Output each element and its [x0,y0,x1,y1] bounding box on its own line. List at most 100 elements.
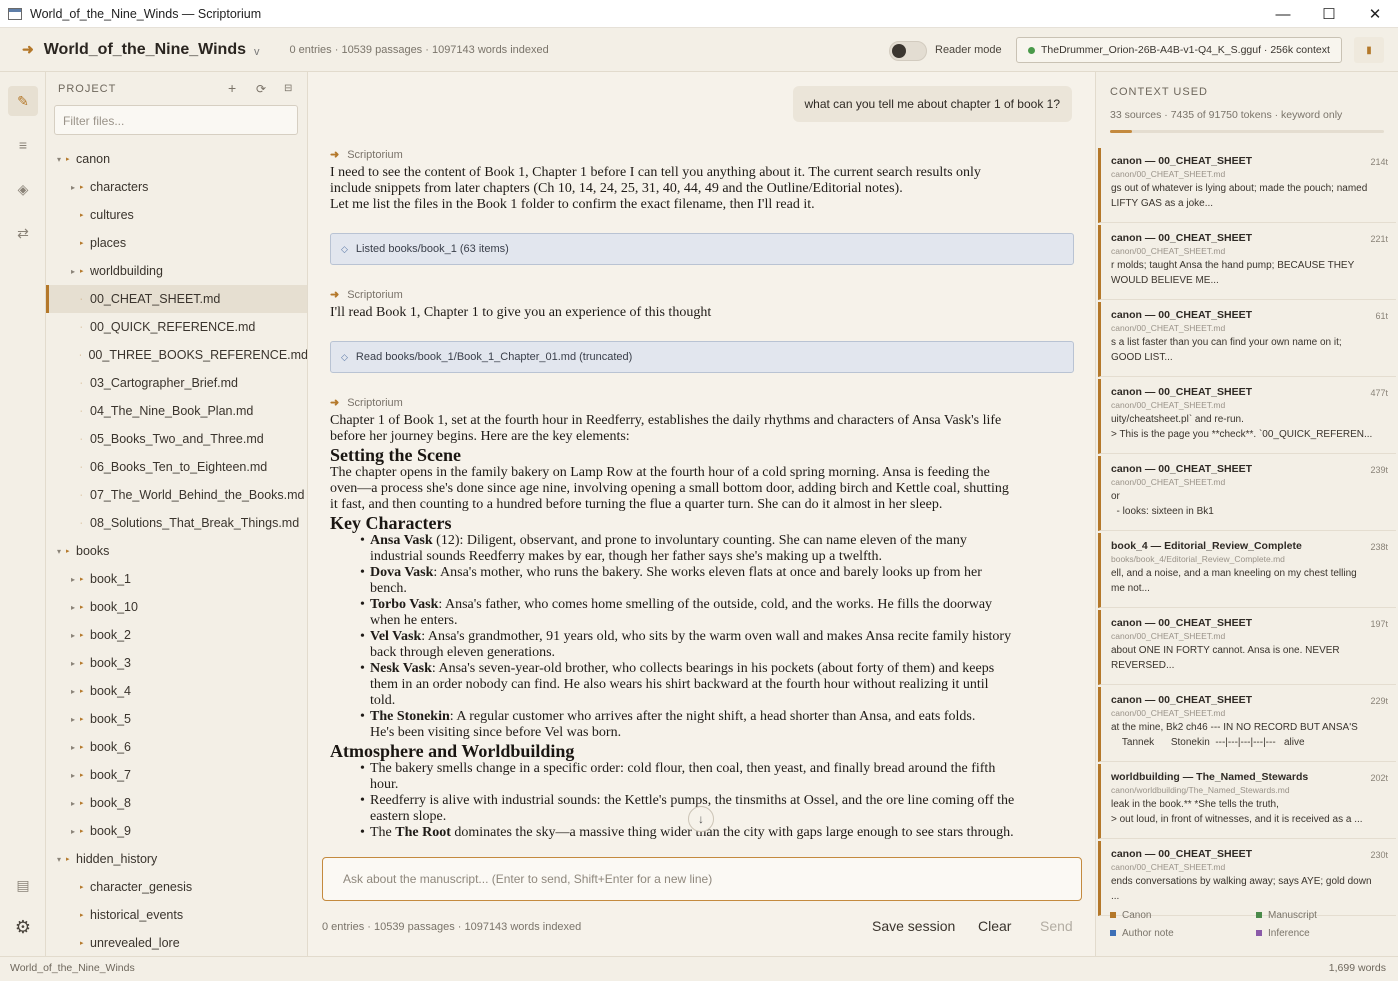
tree-folder-item[interactable]: ▸ ▸ book_1 [46,565,307,593]
assistant-name: Scriptorium [347,396,403,409]
source-title: canon — 00_CHEAT_SHEET [1111,155,1253,167]
tool-call-box[interactable]: ◇ Listed books/book_1 (63 items) [330,233,1074,265]
tree-file-item[interactable]: · 00_THREE_BOOKS_REFERENCE.md [46,341,307,369]
tree-folder-item[interactable]: ▸ character_genesis [46,873,307,901]
expand-chevron-icon[interactable]: ▸ [66,771,80,780]
tree-file-item[interactable]: · 06_Books_Ten_to_Eighteen.md [46,453,307,481]
tree-file-item[interactable]: · 05_Books_Two_and_Three.md [46,425,307,453]
tree-item-label: book_8 [90,796,132,810]
file-dot-icon: · [80,463,83,471]
tree-folder-item[interactable]: ▸ ▸ book_7 [46,761,307,789]
tree-file-item[interactable]: · 07_The_World_Behind_the_Books.md [46,481,307,509]
context-source-card[interactable]: worldbuilding — The_Named_Stewards 202t ca… [1098,764,1396,839]
tree-folder-item[interactable]: ▸ ▸ characters [46,173,307,201]
expand-chevron-icon[interactable]: ▸ [66,827,80,836]
context-source-card[interactable]: canon — 00_CHEAT_SHEET 229t canon/00_CHEAT… [1098,687,1396,762]
expand-chevron-icon[interactable]: ▸ [66,267,80,276]
tree-folder-item[interactable]: ▸ ▸ book_9 [46,817,307,845]
legend-item: Manuscript [1256,910,1317,921]
expand-chevron-icon[interactable]: ▸ [66,183,80,192]
context-source-card[interactable]: canon — 00_CHEAT_SHEET 214t canon/00_CHEAT… [1098,148,1396,223]
character-text: : Ansa's seven-year-old brother, who col… [431,661,995,676]
tree-folder-item[interactable]: ▸ ▸ book_6 [46,733,307,761]
expand-chevron-icon[interactable]: ▾ [52,855,66,864]
list-icon[interactable]: ≡ [8,130,38,160]
expand-chevron-icon[interactable]: ▸ [66,603,80,612]
model-name: TheDrummer_Orion-26B-A4B-v1-Q4_K_S.gguf … [1041,44,1330,56]
expand-chevron-icon[interactable]: ▾ [52,547,66,556]
save-session-button[interactable]: Save session [872,918,955,934]
context-source-card[interactable]: canon — 00_CHEAT_SHEET 239t canon/00_CHEAT… [1098,456,1396,531]
tree-folder-item[interactable]: ▸ cultures [46,201,307,229]
chevron-down-icon[interactable]: v [254,46,260,58]
expand-chevron-icon[interactable]: ▸ [66,715,80,724]
status-bar: World_of_the_Nine_Winds 1,699 words [0,956,1398,981]
minimize-icon[interactable]: — [1260,0,1306,28]
answer-line: oven—a process she's done since age nine… [330,481,1009,496]
reader-mode-toggle[interactable] [889,41,927,61]
context-source-card[interactable]: canon — 00_CHEAT_SHEET 477t canon/00_CHEAT… [1098,379,1396,454]
context-source-card[interactable]: canon — 00_CHEAT_SHEET 197t canon/00_CHEAT… [1098,610,1396,685]
tree-folder-item[interactable]: ▾ ▸ books [46,537,307,565]
expand-chevron-icon[interactable]: ▾ [52,155,66,164]
close-icon[interactable]: ✕ [1352,0,1398,28]
tree-file-item[interactable]: · 03_Cartographer_Brief.md [46,369,307,397]
diamond-icon[interactable]: ◈ [8,174,38,204]
expand-chevron-icon[interactable]: ▸ [66,687,80,696]
pen-icon[interactable]: ✎ [8,86,38,116]
gear-icon[interactable]: ⚙ [8,912,38,942]
send-button[interactable]: Send [1040,918,1073,934]
model-status-dot [1028,47,1035,54]
tree-folder-item[interactable]: ▸ ▸ worldbuilding [46,257,307,285]
tree-folder-item[interactable]: ▾ ▸ hidden_history [46,845,307,873]
tree-file-item[interactable]: · 00_QUICK_REFERENCE.md [46,313,307,341]
tree-file-item[interactable]: · 00_CHEAT_SHEET.md [46,285,307,313]
message-input[interactable]: Ask about the manuscript... (Enter to se… [322,857,1082,901]
source-token-count: 221t [1370,234,1388,244]
tree-folder-item[interactable]: ▸ ▸ book_8 [46,789,307,817]
notes-icon[interactable]: ▤ [8,870,38,900]
context-source-card[interactable]: canon — 00_CHEAT_SHEET 61t canon/00_CHEAT_… [1098,302,1396,377]
tree-folder-item[interactable]: ▾ ▸ canon [46,145,307,173]
context-source-card[interactable]: canon — 00_CHEAT_SHEET 230t canon/00_CHEAT… [1098,841,1396,916]
tree-folder-item[interactable]: ▸ places [46,229,307,257]
legend-swatch [1110,912,1116,918]
swap-icon[interactable]: ⇄ [8,218,38,248]
tree-folder-item[interactable]: ▸ ▸ book_5 [46,705,307,733]
project-name[interactable]: World_of_the_Nine_Winds [44,41,246,59]
tree-item-label: worldbuilding [90,264,163,278]
maximize-icon[interactable]: ☐ [1306,0,1352,28]
character-name: The Stonekin [370,709,450,724]
tree-item-label: book_7 [90,768,132,782]
filter-files-input[interactable]: Filter files... [54,105,298,135]
clear-button[interactable]: Clear [978,918,1011,934]
chat-transcript[interactable]: what can you tell me about chapter 1 of … [308,72,1094,844]
tree-folder-item[interactable]: ▸ ▸ book_3 [46,649,307,677]
context-source-card[interactable]: book_4 — Editorial_Review_Complete 238t bo… [1098,533,1396,608]
expand-chevron-icon[interactable]: ▸ [66,743,80,752]
tree-item-label: 05_Books_Two_and_Three.md [90,432,264,446]
tree-folder-item[interactable]: ▸ historical_events [46,901,307,929]
expand-chevron-icon[interactable]: ▸ [66,799,80,808]
context-source-card[interactable]: canon — 00_CHEAT_SHEET 221t canon/00_CHEAT… [1098,225,1396,300]
expand-chevron-icon[interactable]: ▸ [66,659,80,668]
tree-folder-item[interactable]: ▸ ▸ book_10 [46,593,307,621]
tree-file-item[interactable]: · 04_The_Nine_Book_Plan.md [46,397,307,425]
expand-chevron-icon[interactable]: ▸ [66,631,80,640]
toggle-context-panel-button[interactable]: ▮ [1354,37,1384,63]
assistant-name: Scriptorium [347,288,403,301]
source-token-count: 229t [1370,696,1388,706]
model-selector[interactable]: TheDrummer_Orion-26B-A4B-v1-Q4_K_S.gguf … [1016,37,1342,63]
tree-folder-item[interactable]: ▸ ▸ book_4 [46,677,307,705]
scroll-to-bottom-button[interactable]: ↓ [688,806,714,832]
heading-setting-the-scene: Setting the Scene [330,445,461,465]
tree-folder-item[interactable]: ▸ unrevealed_lore [46,929,307,956]
expand-chevron-icon[interactable]: ▸ [66,575,80,584]
tree-folder-item[interactable]: ▸ ▸ book_2 [46,621,307,649]
collapse-all-icon[interactable]: ⊟ [284,83,292,94]
assistant-message: I'll read Book 1, Chapter 1 to give you … [330,305,712,320]
tool-call-box[interactable]: ◇ Read books/book_1/Book_1_Chapter_01.md … [330,341,1074,373]
new-file-icon[interactable]: + [228,80,236,96]
tree-file-item[interactable]: · 08_Solutions_That_Break_Things.md [46,509,307,537]
refresh-icon[interactable]: ⟳ [256,82,266,96]
